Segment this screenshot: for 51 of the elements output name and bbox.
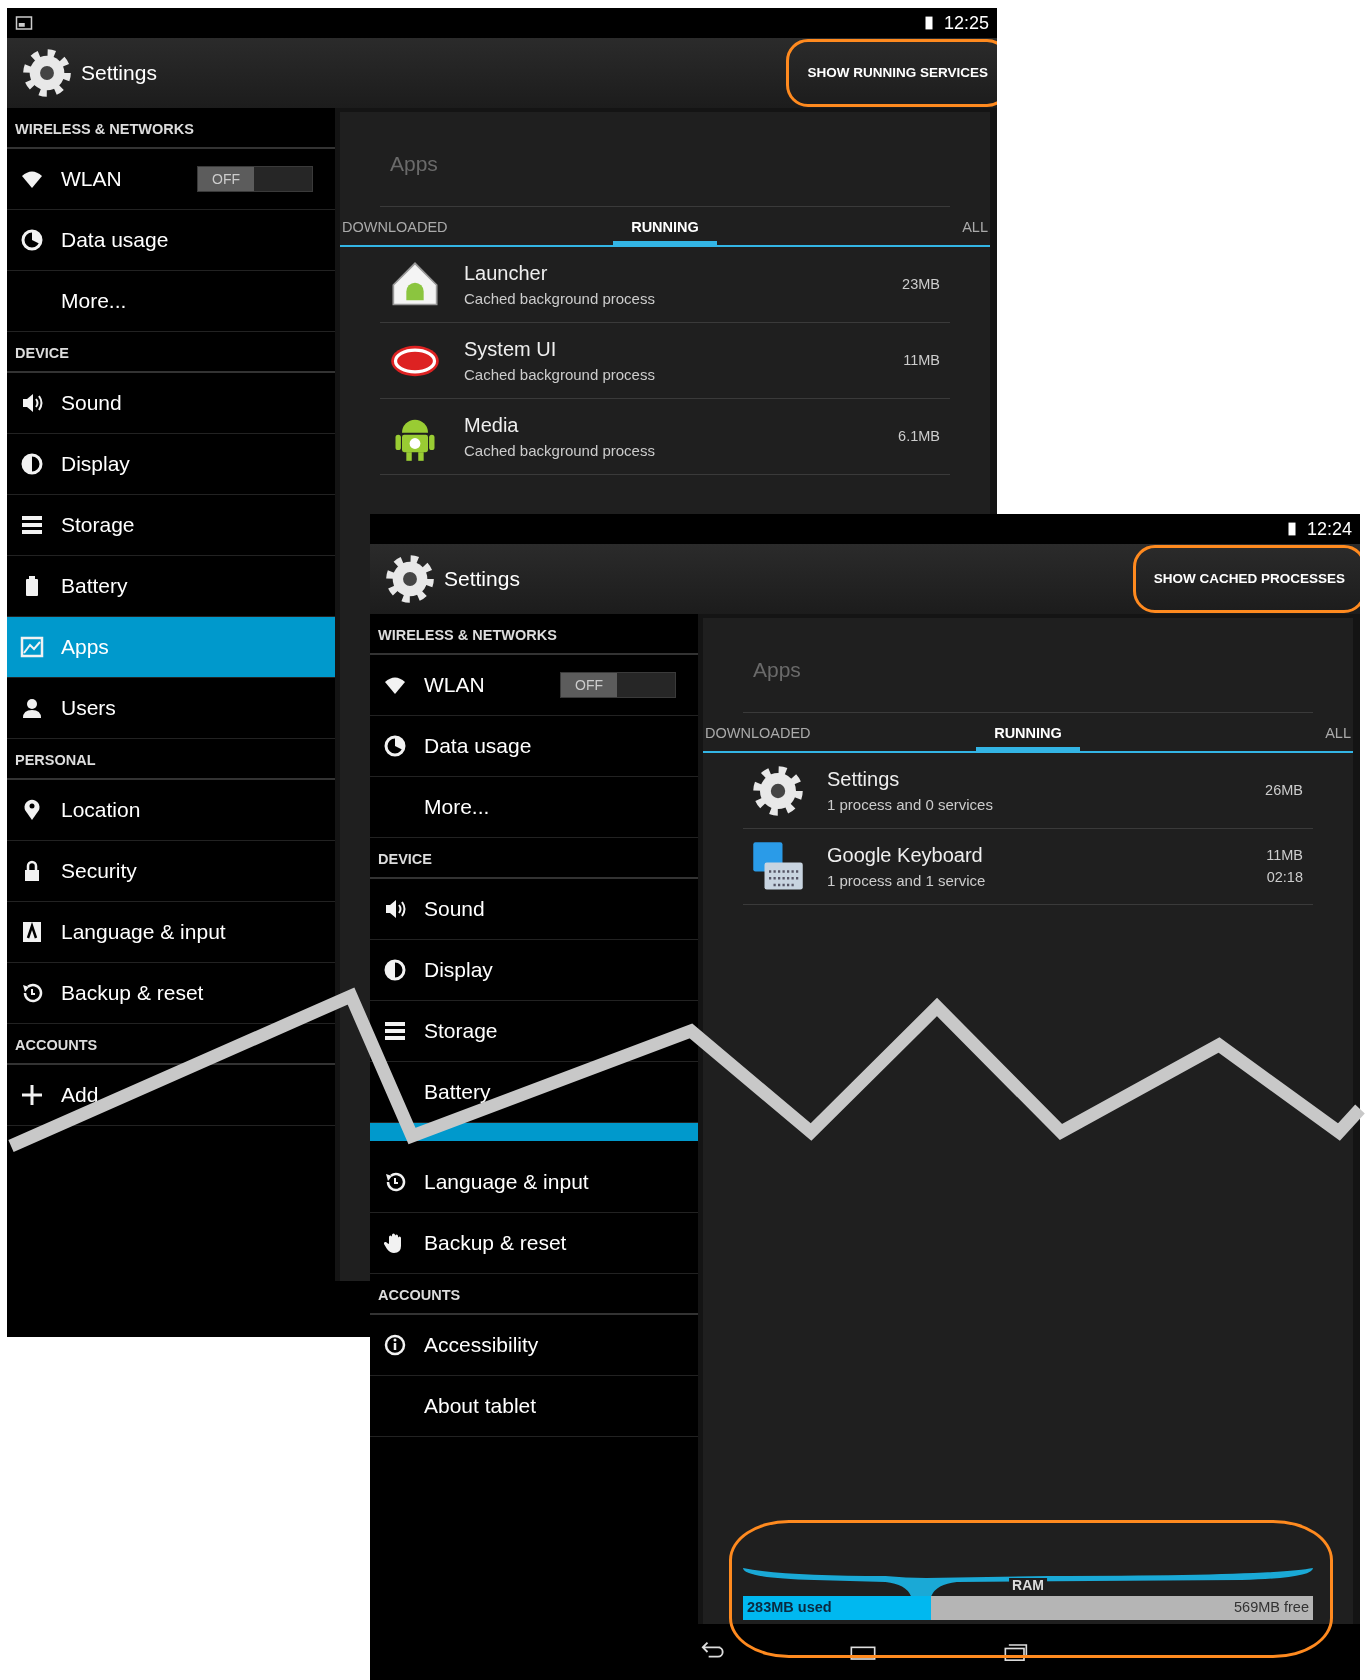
app-name: System UI: [464, 337, 558, 363]
app-name: Launcher: [464, 261, 549, 287]
app-detail: 1 process and 0 services: [827, 795, 993, 816]
restore-icon: [20, 981, 44, 1005]
app-name: Settings: [827, 767, 901, 793]
gear-icon: [751, 763, 805, 818]
panel-title: Apps: [743, 618, 1313, 713]
person-icon: [20, 696, 44, 720]
screenshot-icon: [15, 14, 33, 32]
app-name: Google Keyboard: [827, 843, 984, 869]
pie-chart-icon: [20, 228, 44, 252]
tab[interactable]: RUNNING: [613, 207, 717, 245]
pie-chart-icon: [383, 734, 407, 758]
run-time: 02:18: [1266, 867, 1303, 887]
tab[interactable]: DOWNLOADED: [340, 207, 466, 245]
brightness-icon: [20, 452, 44, 476]
app-detail: Cached background process: [464, 441, 655, 462]
speaker-icon: [20, 391, 44, 415]
app-title: Settings: [444, 566, 520, 593]
tab[interactable]: ALL: [1307, 713, 1353, 751]
storage-icon: [383, 1019, 407, 1043]
memory-size: 11MB: [903, 350, 940, 370]
restore-icon: [383, 1170, 407, 1194]
brightness-icon: [383, 958, 407, 982]
tab[interactable]: DOWNLOADED: [703, 713, 829, 751]
tab[interactable]: RUNNING: [976, 713, 1080, 751]
wlan-toggle[interactable]: OFF: [197, 166, 313, 192]
wlan-toggle[interactable]: OFF: [560, 672, 676, 698]
clock-time: 12:24: [1306, 517, 1352, 541]
app-detail: 1 process and 1 service: [827, 871, 986, 892]
info-icon: [383, 1333, 407, 1357]
plus-icon: [20, 1083, 44, 1107]
memory-size: 11MB: [1266, 845, 1303, 865]
speaker-icon: [383, 897, 407, 921]
app-detail: Cached background process: [464, 289, 655, 310]
clock-time: 12:25: [943, 11, 989, 35]
memory-size: 23MB: [902, 274, 940, 294]
storage-icon: [20, 513, 44, 537]
used-memory: 283MB used: [747, 1598, 832, 1618]
memory-size: 26MB: [1265, 780, 1303, 800]
app-detail: Cached background process: [464, 365, 655, 386]
panel-title: Apps: [380, 112, 950, 207]
picture-icon: [20, 635, 44, 659]
keyboard-key-icon: [20, 920, 44, 944]
tab[interactable]: ALL: [944, 207, 990, 245]
app-name: Media: [464, 413, 520, 439]
memory-size: 6.1MB: [898, 426, 940, 446]
app-title: Settings: [81, 60, 157, 87]
gear-icon: [21, 47, 73, 99]
free-memory: 569MB free: [1234, 1598, 1309, 1618]
gear-icon: [384, 553, 436, 605]
